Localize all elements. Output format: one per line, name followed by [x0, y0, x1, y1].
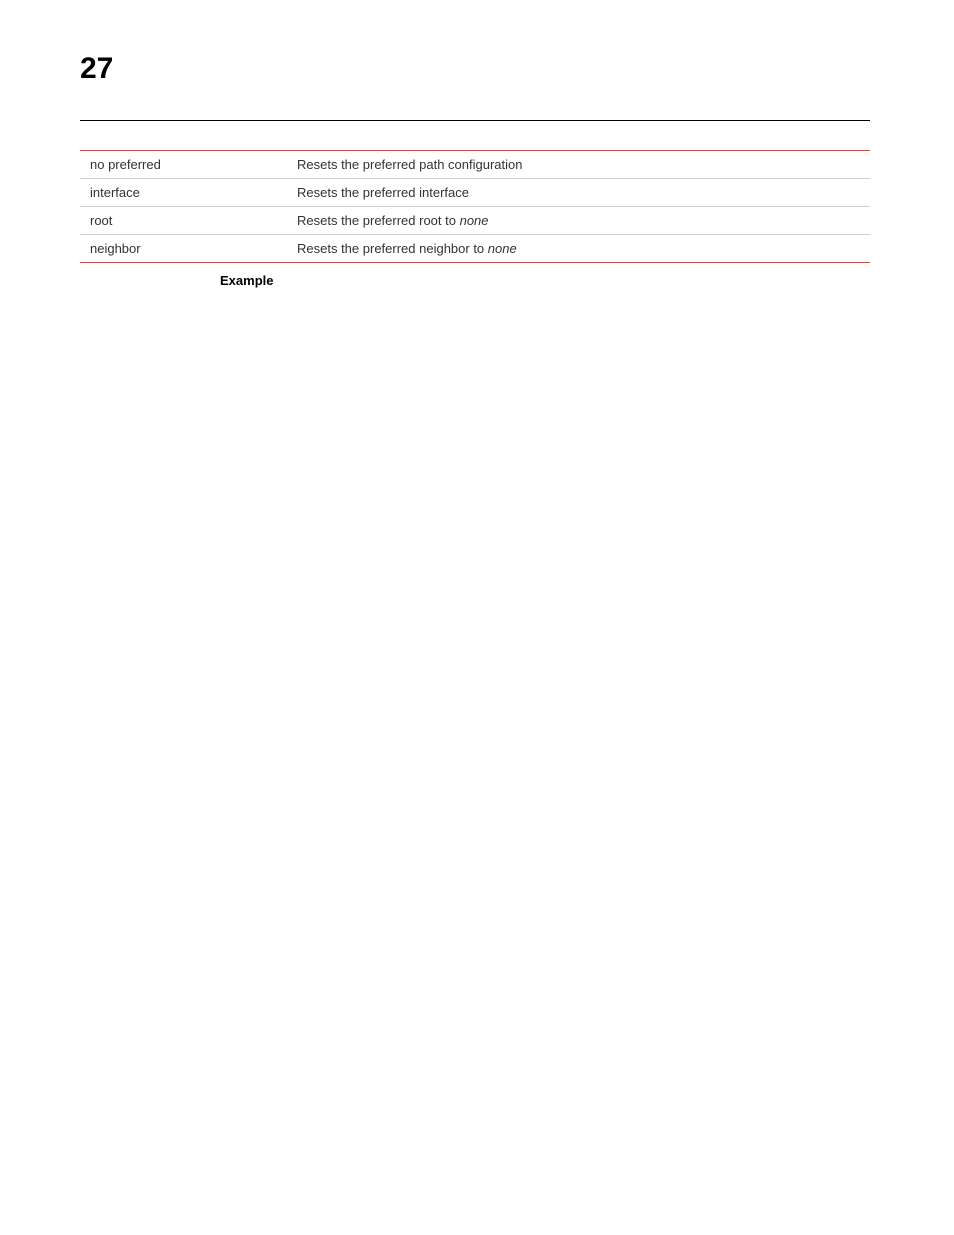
row-description: Resets the preferred path configuration [297, 157, 870, 172]
row-label: no preferred [90, 157, 297, 172]
header-rule [80, 120, 870, 121]
page-number: 27 [80, 52, 113, 86]
row-description: Resets the preferred interface [297, 185, 870, 200]
table-row: root Resets the preferred root to none [80, 207, 870, 234]
table-row: no preferred Resets the preferred path c… [80, 151, 870, 178]
parameter-table: no preferred Resets the preferred path c… [80, 150, 870, 263]
row-description: Resets the preferred neighbor to none [297, 241, 870, 256]
row-label: interface [90, 185, 297, 200]
row-description: Resets the preferred root to none [297, 213, 870, 228]
table-row: neighbor Resets the preferred neighbor t… [80, 235, 870, 262]
row-label: root [90, 213, 297, 228]
row-label: neighbor [90, 241, 297, 256]
table-row: interface Resets the preferred interface [80, 179, 870, 206]
table-divider-bottom [80, 262, 870, 263]
example-heading: Example [220, 273, 273, 288]
